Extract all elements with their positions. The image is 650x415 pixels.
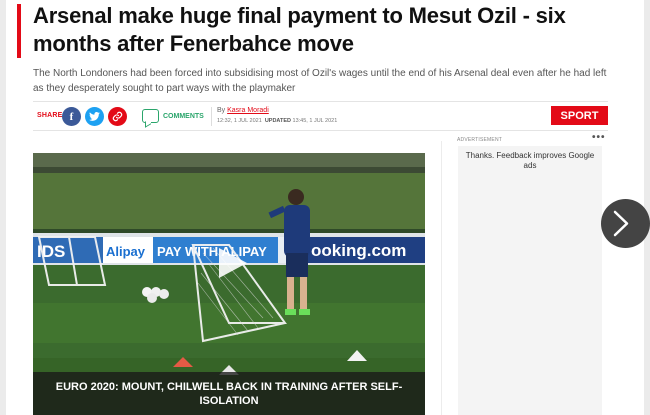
left-page-gutter [0,0,6,415]
article-standfirst: The North Londoners had been forced into… [33,68,607,94]
right-page-gutter [644,0,650,415]
share-label: SHARE [37,112,63,119]
play-icon[interactable] [212,246,252,280]
meta-bottom-divider [33,130,608,131]
comment-bubble-icon[interactable] [142,109,159,123]
section-sport-button[interactable]: SPORT [551,106,608,125]
headline-accent-bar [17,4,21,58]
byline: By Kasra Moradi [217,107,269,114]
billboard-booking: ooking.com [311,241,406,260]
copy-link-button[interactable] [108,107,127,126]
twitter-share-button[interactable] [85,107,104,126]
facebook-share-button[interactable]: f [62,107,81,126]
link-icon [112,111,123,122]
billboard-alipay: Alipay [106,244,146,259]
chevron-right-icon [613,210,629,237]
ad-options-menu[interactable]: ••• [592,132,606,143]
comments-link[interactable]: COMMENTS [163,113,204,120]
next-article-button[interactable] [601,199,650,248]
meta-top-divider [33,101,608,102]
meta-vertical-divider [211,107,212,126]
updated-time: 13:45, 1 JUL 2021 [292,118,338,124]
advertisement-label: ADVERTISEMENT [457,137,503,143]
ad-feedback-message: Thanks. Feedback improves Google ads [465,151,595,170]
sidebar-divider [441,141,442,415]
facebook-icon: f [69,110,74,123]
byline-prefix: By [217,107,226,114]
article-dates: 12:32, 1 JUL 2021 UPDATED 13:45, 1 JUL 2… [217,118,337,124]
article-headline: Arsenal make huge final payment to Mesut… [33,3,566,56]
ad-container [458,146,602,415]
author-link[interactable]: Kasra Moradi [227,107,269,114]
published-time: 12:32, 1 JUL 2021 [217,118,262,124]
updated-label: UPDATED [264,118,291,124]
twitter-icon [89,112,100,121]
video-caption: EURO 2020: MOUNT, CHILWELL BACK IN TRAIN… [55,381,403,407]
